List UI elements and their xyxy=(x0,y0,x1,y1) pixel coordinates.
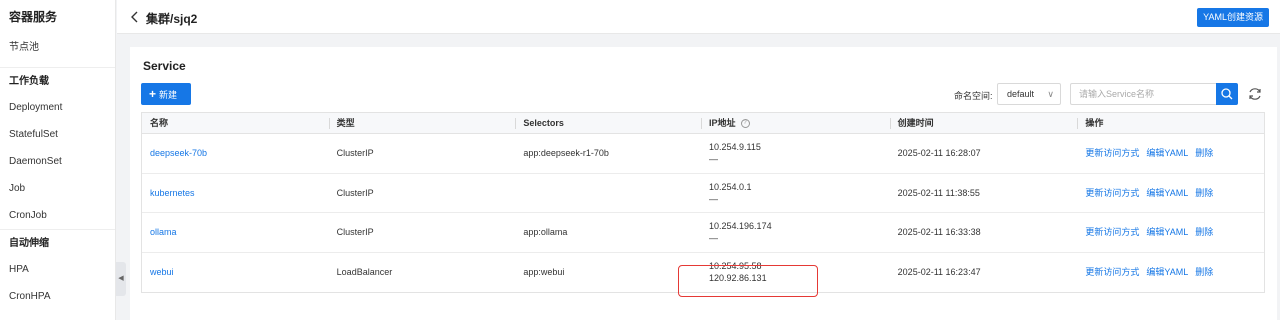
plus-icon: + xyxy=(149,87,157,101)
sidebar-item-job[interactable]: Job xyxy=(0,175,115,202)
external-ip-highlight-box xyxy=(678,265,818,297)
edit-yaml-link[interactable]: 编辑YAML xyxy=(1146,226,1188,238)
delete-link[interactable]: 删除 xyxy=(1195,187,1213,199)
chevron-down-icon: ∨ xyxy=(1047,89,1054,99)
sidebar-item-deployment[interactable]: Deployment xyxy=(0,94,115,121)
service-selector: app:deepseek-r1-70b xyxy=(523,148,609,159)
service-type: ClusterIP xyxy=(336,187,374,198)
yaml-create-button[interactable]: YAML创建资源 xyxy=(1197,8,1269,27)
sidebar-item-cronhpa[interactable]: CronHPA xyxy=(0,283,115,310)
back-arrow-icon[interactable] xyxy=(129,11,141,23)
sidebar: 容器服务 节点池 工作负载 Deployment StatefulSet Dae… xyxy=(0,0,116,320)
update-access-link[interactable]: 更新访问方式 xyxy=(1085,147,1139,159)
sidebar-group-autoscaling: 自动伸缩 xyxy=(0,229,115,256)
table-row: ollama ClusterIP app:ollama 10.254.196.1… xyxy=(142,213,1264,253)
table-header: 名称 类型 Selectors IP地址? 创建时间 操作 xyxy=(142,113,1264,134)
cluster-ip: 10.254.196.174 xyxy=(709,221,772,232)
column-header-ip: IP地址? xyxy=(701,113,890,133)
delete-link[interactable]: 删除 xyxy=(1195,226,1213,238)
update-access-link[interactable]: 更新访问方式 xyxy=(1085,266,1139,278)
created-time: 2025-02-11 16:23:47 xyxy=(897,267,981,278)
service-name-link[interactable]: webui xyxy=(150,266,329,278)
sidebar-item-statefulset[interactable]: StatefulSet xyxy=(0,121,115,148)
delete-link[interactable]: 删除 xyxy=(1195,147,1213,159)
service-selector: app:ollama xyxy=(523,227,568,238)
cluster-ip: 10.254.0.1 xyxy=(709,181,752,192)
top-bar: 集群/sjq2 YAML创建资源 xyxy=(117,0,1280,34)
created-time: 2025-02-11 16:28:07 xyxy=(897,148,981,159)
edit-yaml-link[interactable]: 编辑YAML xyxy=(1146,147,1188,159)
ip-header-label: IP地址 xyxy=(709,118,736,128)
external-ip: — xyxy=(709,154,719,165)
edit-yaml-link[interactable]: 编辑YAML xyxy=(1146,266,1188,278)
column-header-created: 创建时间 xyxy=(889,113,1078,133)
service-type: ClusterIP xyxy=(336,148,374,159)
table-row: kubernetes ClusterIP 10.254.0.1— 2025-02… xyxy=(142,174,1264,213)
column-header-selectors: Selectors xyxy=(515,113,701,133)
column-header-actions: 操作 xyxy=(1077,113,1264,133)
namespace-label: 命名空间: xyxy=(954,91,993,101)
edit-yaml-link[interactable]: 编辑YAML xyxy=(1146,187,1188,199)
column-header-name: 名称 xyxy=(150,118,169,128)
service-name-link[interactable]: kubernetes xyxy=(150,187,329,199)
refresh-icon[interactable] xyxy=(1247,86,1263,102)
external-ip: — xyxy=(709,233,719,244)
sidebar-group-workloads: 工作负载 xyxy=(0,67,115,94)
external-ip: — xyxy=(709,193,719,204)
service-name-link[interactable]: ollama xyxy=(150,226,329,238)
sidebar-item-hpa[interactable]: HPA xyxy=(0,256,115,283)
cluster-ip: 10.254.9.115 xyxy=(709,142,761,153)
sidebar-item-cronjob[interactable]: CronJob xyxy=(0,202,115,229)
sidebar-item-node-pool[interactable]: 节点池 xyxy=(0,34,115,61)
namespace-select[interactable]: default ∨ xyxy=(997,83,1061,105)
column-header-type: 类型 xyxy=(328,113,516,133)
service-name-link[interactable]: deepseek-70b xyxy=(150,147,329,159)
sidebar-item-daemonset[interactable]: DaemonSet xyxy=(0,148,115,175)
created-time: 2025-02-11 16:33:38 xyxy=(897,227,981,238)
search-icon xyxy=(1221,88,1233,100)
namespace-value: default xyxy=(1007,89,1035,99)
created-time: 2025-02-11 11:38:55 xyxy=(897,187,980,198)
sidebar-title: 容器服务 xyxy=(9,10,58,24)
service-type: ClusterIP xyxy=(336,227,374,238)
update-access-link[interactable]: 更新访问方式 xyxy=(1085,226,1139,238)
new-button-label: 新建 xyxy=(159,90,178,100)
service-selector: app:webui xyxy=(523,267,565,278)
new-service-button[interactable]: + 新建 xyxy=(141,83,191,105)
service-type: LoadBalancer xyxy=(336,267,393,278)
breadcrumb: 集群/sjq2 xyxy=(146,12,198,26)
page-title: Service xyxy=(143,59,186,73)
sidebar-collapse-icon[interactable]: ◀ xyxy=(116,262,126,296)
table-row: deepseek-70b ClusterIP app:deepseek-r1-7… xyxy=(142,134,1264,174)
update-access-link[interactable]: 更新访问方式 xyxy=(1085,187,1139,199)
delete-link[interactable]: 删除 xyxy=(1195,266,1213,278)
search-button[interactable] xyxy=(1216,83,1238,105)
search-input[interactable] xyxy=(1070,83,1216,105)
help-icon[interactable]: ? xyxy=(740,119,750,129)
